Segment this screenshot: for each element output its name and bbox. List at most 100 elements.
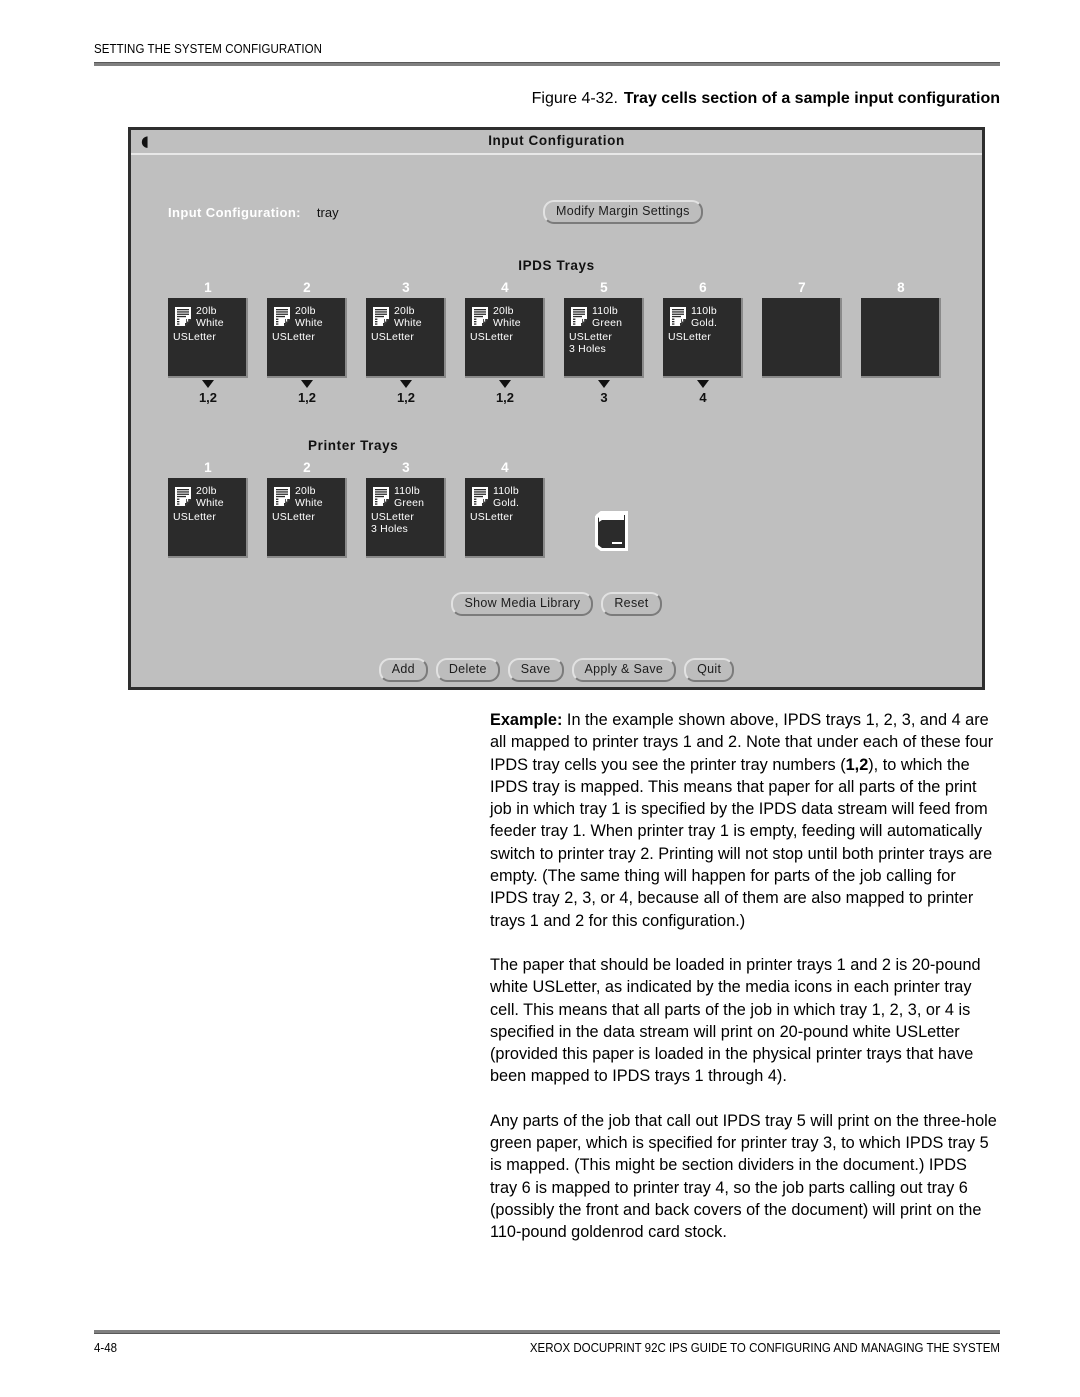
media-color: Green: [592, 317, 623, 329]
printer-tray-number: 1: [204, 460, 212, 475]
ipds-tray-column: 7: [762, 280, 861, 390]
page-footer: 4-48 XEROX DOCUPRINT 92C IPS GUIDE TO CO…: [94, 1330, 1000, 1357]
example-lead: Example:: [490, 711, 563, 729]
ipds-tray-cell[interactable]: [762, 298, 842, 378]
printer-tray-cell[interactable]: 20lb White USLetter: [168, 478, 248, 558]
media-weight: 110lb: [394, 485, 420, 497]
media-size: USLetter: [470, 331, 514, 343]
media-size: USLetter: [668, 331, 712, 343]
mapped-printer-trays-label: 4: [699, 390, 707, 405]
mapping-arrow-icon: [366, 380, 446, 390]
action-delete-button[interactable]: Delete: [435, 658, 500, 682]
mapping-arrow-icon: [465, 380, 545, 390]
mapped-printer-trays-label: 1,2: [297, 390, 317, 405]
footer-page-number: 4-48: [94, 1341, 118, 1355]
media-weight-color: 20lb White: [295, 485, 323, 509]
printer-tray-cell[interactable]: 20lb White USLetter: [267, 478, 347, 558]
ipds-tray-number: 7: [798, 280, 806, 295]
printer-tray-number: 4: [501, 460, 509, 475]
figure-caption: Figure 4-32. Tray cells section of a samp…: [94, 90, 1000, 108]
ipds-tray-cell[interactable]: 20lb White USLetter: [465, 298, 545, 378]
paper-sheet-icon: [372, 306, 390, 327]
media-summary: 20lb White: [366, 298, 444, 329]
media-weight-color: 110lb Gold.: [691, 305, 717, 329]
footer-guide-title: XEROX DOCUPRINT 92C IPS GUIDE TO CONFIGU…: [529, 1341, 1000, 1355]
ipds-tray-cell[interactable]: 20lb White USLetter: [366, 298, 446, 378]
media-weight-color: 110lb Gold.: [493, 485, 519, 509]
printer-tray-number: 2: [303, 460, 311, 475]
media-attribute: 3 Holes: [569, 343, 607, 355]
media-summary: 20lb White: [168, 478, 246, 509]
ipds-tray-column: 1 20lb White USLetter 1,2: [168, 280, 267, 405]
media-size: USLetter: [371, 511, 415, 523]
ipds-tray-number: 3: [402, 280, 410, 295]
paragraph-paper-loaded: The paper that should be loaded in print…: [490, 955, 981, 1086]
media-color: White: [295, 317, 323, 329]
media-summary: 110lb Green: [564, 298, 642, 329]
action-quit-button[interactable]: Quit: [684, 658, 735, 682]
media-color: White: [493, 317, 521, 329]
printer-tray-column: 4 110lb Gold. USLetter: [465, 460, 564, 558]
input-configuration-value: tray: [316, 205, 339, 220]
media-weight: 20lb: [295, 485, 316, 497]
media-size: USLetter: [272, 511, 316, 523]
media-weight: 110lb: [592, 305, 618, 317]
printer-tray-cell[interactable]: 110lb Gold. USLetter: [465, 478, 545, 558]
ipds-trays-heading: IPDS Trays: [518, 258, 595, 273]
media-attribute: 3 Holes: [371, 523, 409, 535]
media-size: USLetter: [371, 331, 415, 343]
paragraph-example: Example: In the example shown above, IPD…: [490, 709, 998, 932]
media-size-block: USLetter: [366, 329, 444, 343]
media-weight-color: 110lb Green: [394, 485, 424, 509]
modify-margin-settings-button[interactable]: Modify Margin Settings: [543, 200, 703, 224]
action-add-button[interactable]: Add: [378, 658, 428, 682]
action-save-button[interactable]: Save: [507, 658, 564, 682]
main-buttons-row: Add Delete Save Apply & Save Quit: [131, 658, 982, 682]
paper-sheet-icon: [471, 486, 489, 507]
printer-tray-cell[interactable]: 110lb Green USLetter 3 Holes: [366, 478, 446, 558]
mapping-arrow-icon: [762, 380, 842, 390]
mapping-arrow-icon: [267, 380, 347, 390]
media-size-block: USLetter: [465, 509, 543, 523]
printer-tray-column: 1 20lb White USLetter: [168, 460, 267, 558]
ipds-tray-cell[interactable]: 110lb Green USLetter 3 Holes: [564, 298, 644, 378]
ipds-tray-number: 4: [501, 280, 509, 295]
ipds-tray-column: 2 20lb White USLetter 1,2: [267, 280, 366, 405]
media-size: USLetter: [272, 331, 316, 343]
mapping-arrow-icon: [168, 380, 248, 390]
header-rule: [94, 62, 1000, 66]
ipds-tray-cell[interactable]: [861, 298, 941, 378]
example-bold-mapping: 1,2: [845, 755, 869, 774]
media-weight: 20lb: [196, 305, 217, 317]
media-size-block: USLetter: [168, 509, 246, 523]
ipds-tray-cell[interactable]: 110lb Gold. USLetter: [663, 298, 743, 378]
ipds-trays-row: 1 20lb White USLetter 1,2 2 20lb White USLetter 1…: [168, 280, 960, 405]
media-weight-color: 110lb Green: [592, 305, 622, 329]
ipds-tray-cell[interactable]: 20lb White USLetter: [168, 298, 248, 378]
printer-trays-row: 1 20lb White USLetter 2 20lb White USLetter 3 110…: [168, 460, 564, 558]
mapped-printer-trays-label: 1,2: [198, 390, 218, 405]
running-head: SETTING THE SYSTEM CONFIGURATION: [94, 42, 323, 56]
printer-trays-heading: Printer Trays: [308, 438, 399, 453]
media-size: USLetter: [173, 331, 217, 343]
mapped-printer-trays-label: 1,2: [495, 390, 515, 405]
mapping-arrow-icon: [564, 380, 644, 390]
media-size: USLetter: [569, 331, 613, 343]
media-summary: 110lb Gold.: [465, 478, 543, 509]
media-color: Gold.: [691, 317, 718, 329]
book-icon[interactable]: [593, 508, 631, 554]
ipds-tray-column: 4 20lb White USLetter 1,2: [465, 280, 564, 405]
media-weight-color: 20lb White: [295, 305, 323, 329]
paper-sheet-icon: [273, 306, 291, 327]
media-show-media-library-button[interactable]: Show Media Library: [451, 592, 594, 616]
media-size-block: USLetter 3 Holes: [366, 509, 444, 535]
media-weight: 20lb: [493, 305, 514, 317]
ipds-tray-cell[interactable]: 20lb White USLetter: [267, 298, 347, 378]
window-body: Input Configuration: tray Modify Margin S…: [131, 155, 982, 712]
media-color: Gold.: [493, 497, 520, 509]
paper-sheet-icon: [174, 486, 192, 507]
media-reset-button[interactable]: Reset: [601, 592, 662, 616]
media-size: USLetter: [470, 511, 514, 523]
media-color: White: [295, 497, 323, 509]
action-apply-save-button[interactable]: Apply & Save: [571, 658, 677, 682]
